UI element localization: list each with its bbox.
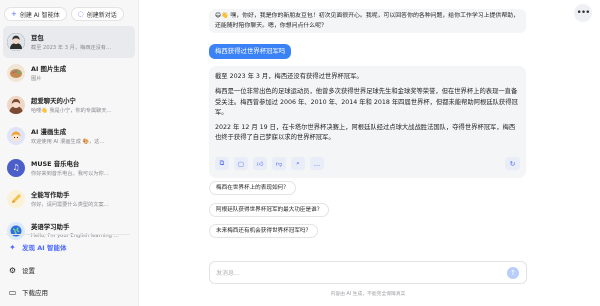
- comment-button[interactable]: ▢: [234, 157, 248, 170]
- message-input[interactable]: [216, 267, 486, 279]
- refresh-icon: ↻: [509, 159, 516, 168]
- agent-name: 豆包: [31, 33, 44, 42]
- agent-desc: 截至 2023 年 3 月，梅西还没有…: [31, 44, 112, 51]
- settings-link[interactable]: ⚙ 设置: [8, 265, 35, 276]
- agent-desc: 你好来到音乐电台。我可以为你…: [31, 170, 109, 177]
- chat-bubble-icon: ◌: [77, 9, 84, 18]
- answer-more-button[interactable]: …: [310, 157, 324, 170]
- music-icon: ♫: [7, 158, 25, 177]
- agent-item-muse-radio[interactable]: ♫ MUSE 音乐电台 你好来到音乐电台。我可以为你…: [3, 152, 135, 184]
- thumbs-up-button[interactable]: 👍︎: [253, 157, 267, 170]
- more-icon: •••: [576, 8, 591, 18]
- agent-item-xiaoning[interactable]: 超爱聊天的小宁 哈喽👋 我是小宁，你的专属聊天…: [3, 89, 135, 121]
- search-button[interactable]: ⌕: [291, 157, 305, 170]
- send-button[interactable]: ↑: [507, 267, 519, 279]
- avatar-girl-2-icon: [7, 95, 25, 114]
- download-icon: ▭: [8, 287, 17, 297]
- agent-desc: 你好，请问需要什么类型的文案…: [31, 202, 109, 209]
- agent-item-doubao[interactable]: 豆包 截至 2023 年 3 月，梅西还没有…: [3, 26, 135, 58]
- search-icon: ⌕: [296, 159, 300, 167]
- suggestion-chip[interactable]: 阿根廷队获得世界杯冠军的最大功臣是谁？: [209, 203, 330, 217]
- agent-desc: 图片: [31, 76, 42, 83]
- agent-name: 英语学习助手: [31, 223, 70, 232]
- ai-disclaimer: 内容由 AI 生成，不能完全保障真实: [330, 292, 406, 297]
- agent-desc: 哈喽👋 我是小宁，你的专属聊天…: [31, 107, 112, 114]
- globe-icon: [7, 221, 25, 240]
- sparkle-icon: ✦: [9, 242, 16, 252]
- answer-paragraph: 梅西是一位非常出色的足球运动员，他曾多次获得世界足球先生和金球奖等荣誉，但在世界…: [215, 88, 518, 117]
- download-label: 下载应用: [22, 289, 48, 297]
- palette-icon: [7, 64, 25, 83]
- agent-list: 豆包 截至 2023 年 3 月，梅西还没有… AI 图片生成 图片 超爱聊天的…: [3, 26, 135, 247]
- agent-name: AI 漫画生成: [31, 128, 67, 137]
- agent-name: AI 图片生成: [31, 65, 67, 74]
- answer-paragraph: 截至 2023 年 3 月，梅西还没有获得过世界杯冠军。: [215, 73, 363, 80]
- sidebar-divider: [6, 234, 130, 235]
- new-chat-button[interactable]: ◌ 创建新对话: [70, 7, 124, 21]
- new-chat-label: 创建新对话: [86, 11, 117, 19]
- thumbs-down-icon: 👎︎: [275, 159, 283, 168]
- comment-icon: ▢: [237, 159, 245, 168]
- message-composer: ↑: [209, 261, 527, 284]
- assistant-intro-message: 😄👋 嘿，你好，我是你的新朋友豆包！初次见面很开心。我呢，可以回答你的各种问题，…: [209, 9, 526, 33]
- discover-label: 发现 AI 智能体: [22, 244, 67, 252]
- comic-icon: [7, 127, 25, 146]
- send-arrow-icon: ↑: [510, 269, 516, 277]
- create-agent-button[interactable]: + 创建 AI 智能体: [4, 7, 67, 21]
- suggestion-chip[interactable]: 梅西在世界杯上的表现如何？: [209, 181, 296, 195]
- thumbs-up-icon: 👍︎: [256, 159, 264, 168]
- copy-button[interactable]: ⧉: [215, 157, 229, 170]
- agent-name: 全能写作助手: [31, 191, 70, 200]
- pencil-icon: [7, 190, 25, 209]
- gear-icon: ⚙: [8, 265, 17, 275]
- agent-item-writing[interactable]: 全能写作助手 你好，请问需要什么类型的文案…: [3, 184, 135, 216]
- answer-actions: ⧉ ▢ 👍︎ 👎︎ ⌕ …: [215, 157, 324, 170]
- settings-label: 设置: [22, 267, 35, 275]
- answer-paragraph: 2022 年 12 月 19 日，在卡塔尔世界杯决赛上，阿根廷队经过点球大战战胜…: [215, 123, 516, 142]
- agent-name: 超爱聊天的小宁: [31, 96, 76, 105]
- agent-desc: 欢迎使用 AI 漫画生成 🎨，这…: [31, 139, 105, 146]
- sidebar-top-actions: + 创建 AI 智能体 ◌ 创建新对话: [4, 7, 124, 21]
- copy-icon: ⧉: [219, 159, 225, 167]
- download-app-link[interactable]: ▭ 下载应用: [8, 287, 48, 298]
- chat-main: ••• 😄👋 嘿，你好，我是你的新朋友豆包！初次见面很开心。我呢，可以回答你的各…: [139, 0, 600, 306]
- agent-item-comic-gen[interactable]: AI 漫画生成 欢迎使用 AI 漫画生成 🎨，这…: [3, 121, 135, 153]
- user-message: 梅西获得过世界杯冠军吗: [209, 44, 292, 59]
- more-options-button[interactable]: •••: [574, 4, 592, 22]
- create-agent-label: 创建 AI 智能体: [19, 11, 60, 19]
- avatar-girl-icon: [7, 32, 25, 51]
- agent-item-image-gen[interactable]: AI 图片生成 图片: [3, 58, 135, 90]
- agent-name: MUSE 音乐电台: [31, 159, 80, 168]
- regenerate-button[interactable]: ↻: [505, 157, 520, 170]
- sidebar: + 创建 AI 智能体 ◌ 创建新对话 豆包 截至 2023 年 3 月，梅西还…: [0, 0, 139, 306]
- discover-agents-link[interactable]: ✦ 发现 AI 智能体: [8, 242, 67, 253]
- plus-icon: +: [11, 9, 17, 18]
- more-icon: …: [313, 159, 321, 168]
- suggestion-chip[interactable]: 未来梅西还有机会获得世界杯冠军吗？: [209, 224, 319, 238]
- thumbs-down-button[interactable]: 👎︎: [272, 157, 286, 170]
